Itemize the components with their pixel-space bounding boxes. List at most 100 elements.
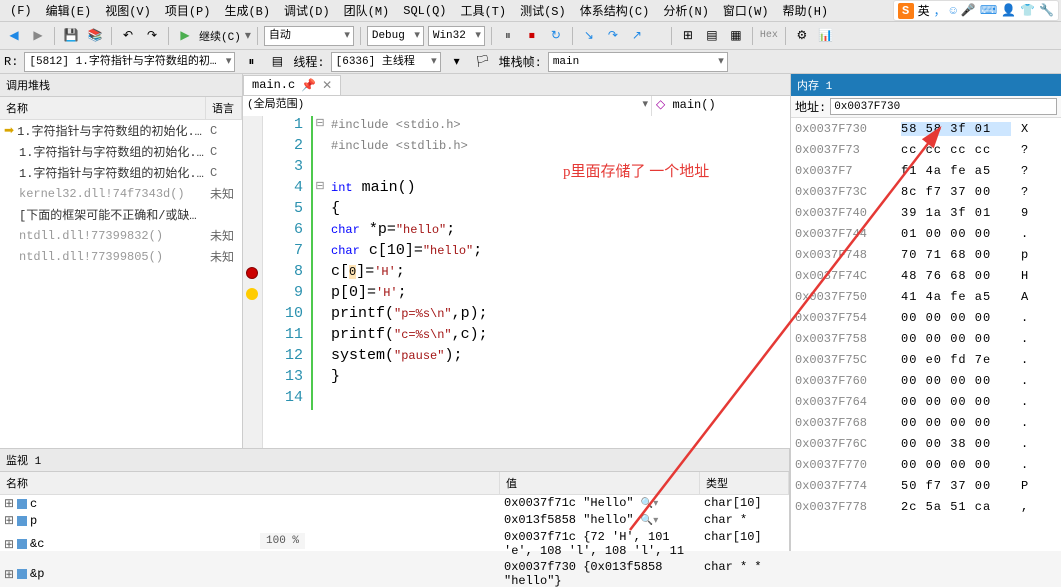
menu-item[interactable]: 测试(S) [514,0,572,21]
menu-item[interactable]: 调试(D) [278,0,336,21]
memory-row[interactable]: 0x0037F73C8c f7 37 00? [791,181,1061,202]
tool-icon[interactable]: 📊 [816,26,836,46]
menu-item[interactable]: 窗口(W) [717,0,775,21]
ime-mic-icon[interactable]: 🎤 [961,3,976,18]
memory-row[interactable]: 0x0037F76400 00 00 00. [791,391,1061,412]
stack-row[interactable]: 1.字符指针与字符数组的初始化.exe!mainC…C [0,162,242,183]
memory-row[interactable]: 0x0037F75C00 e0 fd 7e. [791,349,1061,370]
memory-row[interactable]: 0x0037F7f1 4a fe a5? [791,160,1061,181]
menu-item[interactable]: 工具(T) [454,0,512,21]
memory-row[interactable]: 0x0037F77000 00 00 00. [791,454,1061,475]
auto-combo[interactable]: 自动 [264,26,354,46]
memory-row[interactable]: 0x0037F76800 00 00 00. [791,412,1061,433]
pause-proc-icon[interactable]: ⏸ [241,52,261,72]
expand-icon[interactable]: ⊞ [4,567,14,582]
step-into-icon[interactable]: ↘ [579,26,599,46]
watch-row[interactable]: ⊞ &p0x0037f730 {0x013f5858 "hello"} char… [0,559,789,587]
scope-left[interactable]: (全局范围) [243,96,652,116]
menu-item[interactable]: 生成(B) [218,0,276,21]
thread-icon[interactable]: ▾ [447,52,467,72]
expand-icon[interactable]: ⊞ [4,496,14,511]
redo-icon[interactable]: ↷ [142,26,162,46]
memory-row[interactable]: 0x0037F76C00 00 38 00. [791,433,1061,454]
restart-icon[interactable]: ↻ [546,26,566,46]
ime-user-icon[interactable]: 👤 [1001,3,1016,18]
continue-icon[interactable]: ▶ [175,26,195,46]
pause-icon[interactable]: ⏸ [498,26,518,46]
save-icon[interactable]: 💾 [61,26,81,46]
magnifier-icon[interactable]: 🔍▾ [641,499,658,510]
expand-icon[interactable]: ⊞ [4,537,14,552]
flag-icon[interactable]: 🏳 [473,52,493,72]
stack-row[interactable]: kernel32.dll!74f7343d()未知 [0,183,242,204]
pin-icon[interactable]: 📌 [301,78,316,93]
magnifier-icon[interactable]: 🔍▾ [641,516,658,527]
thread-combo[interactable]: [6336] 主线程 [331,52,441,72]
watch-row[interactable]: ⊞ p0x013f5858 "hello" 🔍▾char * [0,512,789,529]
ime-wrench-icon[interactable]: 🔧 [1039,3,1054,18]
menu-item[interactable]: (F) [4,2,38,20]
menu-item[interactable]: SQL(Q) [397,2,452,20]
memory-row[interactable]: 0x0037F7782c 5a 51 ca, [791,496,1061,517]
col-lang[interactable]: 语言 [206,97,242,119]
breakpoint-icon[interactable] [246,267,258,279]
config-combo[interactable]: Debug [367,26,424,46]
memory-row[interactable]: 0x0037F74C48 76 68 00H [791,265,1061,286]
watch-col-val[interactable]: 值 [500,472,700,494]
undo-icon[interactable]: ↶ [118,26,138,46]
col-name[interactable]: 名称 [0,97,206,119]
stack-row[interactable]: ntdll.dll!77399805()未知 [0,246,242,267]
nav-back-icon[interactable]: ◀ [4,26,24,46]
step-out-icon[interactable]: ↗ [627,26,647,46]
platform-combo[interactable]: Win32 [428,26,485,46]
ime-skin-icon[interactable]: 👕 [1020,3,1035,18]
menu-item[interactable]: 体系结构(C) [574,0,656,21]
memory-row[interactable]: 0x0037F74039 1a 3f 019 [791,202,1061,223]
memory-row[interactable]: 0x0037F73058 58 3f 01X [791,118,1061,139]
nav-fwd-icon[interactable]: ▶ [28,26,48,46]
stop-icon[interactable]: ⏹ [522,26,542,46]
save-all-icon[interactable]: 📚 [85,26,105,46]
watch-col-name[interactable]: 名称 [0,472,500,494]
menu-item[interactable]: 帮助(H) [777,0,835,21]
memory-row[interactable]: 0x0037F75400 00 00 00. [791,307,1061,328]
tab-mainc[interactable]: main.c 📌 ✕ [243,75,341,95]
window-icon[interactable]: ▦ [726,26,746,46]
memory-row[interactable]: 0x0037F73cc cc cc cc? [791,139,1061,160]
hex-icon[interactable]: Hex [759,26,779,46]
expand-icon[interactable]: ⊞ [4,513,14,528]
stack-row[interactable]: ntdll.dll!77399832()未知 [0,225,242,246]
window-icon[interactable]: ⊞ [678,26,698,46]
stack-row[interactable]: 1.字符指针与字符数组的初始化.exe!_tmain…C [0,141,242,162]
continue-button[interactable]: 继续(C) [199,28,241,44]
process-combo[interactable]: [5812] 1.字符指针与字符数组的初… [24,52,235,72]
tool-icon[interactable]: ⚙ [792,26,812,46]
stack-row[interactable]: ➡1.字符指针与字符数组的初始化.exe!main(… C [0,120,242,141]
list-icon[interactable]: ▤ [267,52,287,72]
zoom-level[interactable]: 100 % [260,533,305,549]
menu-item[interactable]: 编辑(E) [40,0,98,21]
menu-item[interactable]: 分析(N) [657,0,715,21]
menu-item[interactable]: 视图(V) [99,0,157,21]
stack-row[interactable]: [下面的框架可能不正确和/或缺失，没有为 [0,204,242,225]
step-over-icon[interactable]: ↷ [603,26,623,46]
stackframe-combo[interactable]: main [548,52,728,72]
memory-row[interactable]: 0x0037F75800 00 00 00. [791,328,1061,349]
ime-keyboard-icon[interactable]: ⌨ [980,3,997,18]
menu-item[interactable]: 团队(M) [338,0,396,21]
memory-row[interactable]: 0x0037F77450 f7 37 00P [791,475,1061,496]
watch-col-type[interactable]: 类型 [700,472,789,494]
ime-lang[interactable]: 英 [918,2,930,19]
ime-smiley-icon[interactable]: ☺ [950,4,957,18]
menu-item[interactable]: 项目(P) [159,0,217,21]
window-icon[interactable]: ▤ [702,26,722,46]
addr-input[interactable] [830,98,1057,115]
memory-panel: 内存 1 地址: 0x0037F73058 58 3f 01X0x0037F73… [790,74,1061,551]
close-icon[interactable]: ✕ [322,78,332,93]
watch-row[interactable]: ⊞ c0x0037f71c "Hello" 🔍▾char[10] [0,495,789,512]
watch-row[interactable]: ⊞ &c0x0037f71c {72 'H', 101 'e', 108 'l'… [0,529,789,559]
memory-row[interactable]: 0x0037F74870 71 68 00p [791,244,1061,265]
memory-row[interactable]: 0x0037F75041 4a fe a5A [791,286,1061,307]
memory-row[interactable]: 0x0037F76000 00 00 00. [791,370,1061,391]
memory-row[interactable]: 0x0037F74401 00 00 00. [791,223,1061,244]
